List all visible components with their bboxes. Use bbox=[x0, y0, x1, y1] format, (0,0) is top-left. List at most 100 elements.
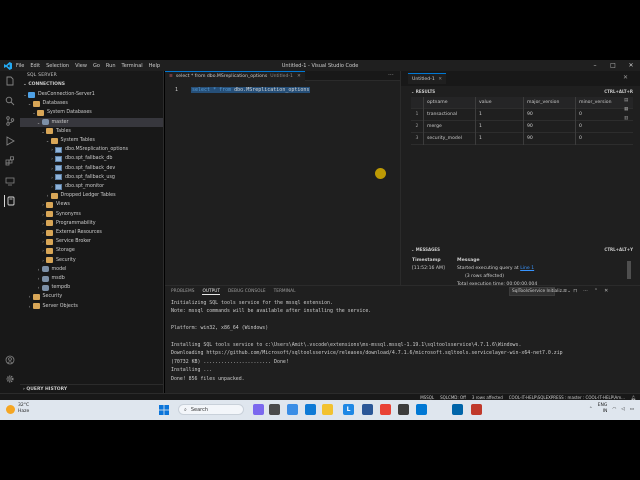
tree-item[interactable]: › Programmability bbox=[20, 219, 163, 228]
tab-output[interactable]: OUTPUT bbox=[202, 289, 220, 295]
save-csv-icon[interactable]: ▤ bbox=[624, 98, 629, 103]
messages-scrollbar[interactable] bbox=[627, 261, 631, 279]
minimize-icon[interactable]: – bbox=[586, 60, 604, 71]
editor-tab-untitled-1[interactable]: ≡ select * from dbo.MSreplication_option… bbox=[165, 71, 305, 81]
chevron-up-icon[interactable]: ⌃ bbox=[589, 407, 593, 412]
extensions-icon[interactable] bbox=[4, 155, 16, 167]
tree-item[interactable]: › External Resources bbox=[20, 228, 163, 237]
word-icon[interactable] bbox=[362, 404, 373, 415]
close-panel-icon[interactable]: ✕ bbox=[604, 288, 608, 294]
table-row[interactable]: 2 merge 1 90 0 bbox=[411, 120, 633, 133]
tree-item[interactable]: ⌄ System Tables bbox=[20, 136, 163, 145]
close-panel-icon[interactable]: ✕ bbox=[623, 74, 628, 81]
tree-item[interactable]: › model bbox=[20, 265, 163, 274]
tree-item[interactable]: › Service Broker bbox=[20, 237, 163, 246]
chevron-up-icon[interactable]: ⌃ bbox=[594, 288, 598, 294]
tree-item[interactable]: › Views bbox=[20, 200, 163, 209]
file-explorer-icon[interactable] bbox=[322, 404, 333, 415]
menu-view[interactable]: View bbox=[75, 63, 87, 69]
chevron-down-icon[interactable]: ⌄ bbox=[27, 101, 33, 106]
tree-item[interactable]: ⌄ Databases bbox=[20, 99, 163, 108]
close-icon[interactable]: ✕ bbox=[622, 60, 640, 71]
save-json-icon[interactable]: ▦ bbox=[624, 107, 629, 112]
task-view-icon[interactable] bbox=[269, 404, 280, 415]
tree-item[interactable]: ⌄ System Databases bbox=[20, 108, 163, 117]
save-excel-icon[interactable]: ▥ bbox=[624, 116, 629, 121]
battery-icon[interactable]: ▭ bbox=[630, 407, 634, 412]
settings-gear-icon[interactable] bbox=[4, 373, 16, 385]
column-header[interactable]: major_version bbox=[523, 96, 575, 109]
tree-item[interactable]: › Server Objects bbox=[20, 302, 163, 311]
code-editor[interactable]: 1 select * from dbo.MSreplication_option… bbox=[165, 81, 400, 285]
vscode-taskbar-icon[interactable] bbox=[452, 404, 463, 415]
chevron-right-icon[interactable]: › bbox=[36, 267, 42, 272]
chevron-down-icon[interactable]: ⌄ bbox=[36, 120, 42, 125]
tree-item[interactable]: › Security bbox=[20, 256, 163, 265]
column-header[interactable]: value bbox=[475, 96, 523, 109]
account-icon[interactable] bbox=[4, 354, 16, 366]
tab-debug-console[interactable]: DEBUG CONSOLE bbox=[228, 289, 266, 295]
edge-icon[interactable] bbox=[287, 404, 298, 415]
chevron-down-icon[interactable]: ⌄ bbox=[45, 138, 51, 143]
run-debug-icon[interactable] bbox=[4, 135, 16, 147]
sql-server-icon[interactable] bbox=[4, 195, 16, 207]
connections-section-header[interactable]: ⌄ CONNECTIONS bbox=[20, 81, 163, 89]
volume-icon[interactable]: ◁ bbox=[621, 407, 624, 412]
output-log[interactable]: Initializing SQL tools service for the m… bbox=[171, 299, 636, 383]
weather-widget[interactable]: 32°C Haze bbox=[6, 403, 29, 415]
more-actions-icon[interactable]: ··· bbox=[388, 72, 394, 79]
tree-item[interactable]: › dbo.spt_fallback_dev bbox=[20, 164, 163, 173]
menu-selection[interactable]: Selection bbox=[46, 63, 69, 69]
menu-edit[interactable]: Edit bbox=[30, 63, 40, 69]
close-tab-icon[interactable]: ✕ bbox=[297, 74, 301, 79]
messages-section-header[interactable]: ⌄ MESSAGES CTRL+ALT+Y bbox=[411, 246, 633, 253]
tree-item[interactable]: › dbo.spt_fallback_db bbox=[20, 154, 163, 163]
tree-item[interactable]: ⌄ DesConnection-Server1 bbox=[20, 90, 163, 99]
search-icon[interactable] bbox=[4, 95, 16, 107]
tab-terminal[interactable]: TERMINAL bbox=[274, 289, 296, 295]
output-channel-select[interactable]: SqlToolsService Initializ... ⌄ bbox=[509, 287, 571, 296]
remote-explorer-icon[interactable] bbox=[4, 175, 16, 187]
chevron-right-icon[interactable]: › bbox=[27, 294, 33, 299]
table-row[interactable]: 1 transactional 1 90 0 bbox=[411, 108, 633, 121]
menu-go[interactable]: Go bbox=[93, 63, 100, 69]
line-link[interactable]: Line 1 bbox=[520, 266, 534, 271]
app-l-icon[interactable]: L bbox=[343, 404, 354, 415]
tree-item[interactable]: › dbo.spt_fallback_usg bbox=[20, 173, 163, 182]
tree-item[interactable]: › tempdb bbox=[20, 283, 163, 292]
explorer-icon[interactable] bbox=[4, 75, 16, 87]
store-icon[interactable] bbox=[416, 404, 427, 415]
menu-file[interactable]: File bbox=[16, 63, 24, 69]
terminal-icon[interactable] bbox=[398, 404, 409, 415]
tree-item[interactable]: ⌄ Tables bbox=[20, 127, 163, 136]
query-text[interactable]: select * from dbo.MSreplication_options bbox=[191, 87, 311, 93]
edge-browser-icon[interactable] bbox=[305, 404, 316, 415]
tab-problems[interactable]: PROBLEMS bbox=[171, 289, 194, 295]
more-icon[interactable]: ··· bbox=[583, 288, 588, 294]
lock-icon[interactable]: ⊓ bbox=[573, 288, 577, 294]
windows-start-icon[interactable] bbox=[158, 404, 169, 415]
tree-item[interactable]: › Synonyms bbox=[20, 210, 163, 219]
tree-item[interactable]: › Security bbox=[20, 292, 163, 301]
maximize-icon[interactable]: □ bbox=[604, 60, 622, 71]
chevron-right-icon[interactable]: › bbox=[36, 276, 42, 281]
column-header[interactable]: optname bbox=[423, 96, 475, 109]
close-tab-icon[interactable]: ✕ bbox=[438, 77, 442, 82]
results-section-header[interactable]: ⌄ RESULTS CTRL+ALT+R bbox=[411, 88, 633, 95]
tree-item[interactable]: › dbo.spt_monitor bbox=[20, 182, 163, 191]
tree-item[interactable]: › msdb bbox=[20, 274, 163, 283]
tree-item[interactable]: › dbo.MSreplication_options bbox=[20, 145, 163, 154]
menu-help[interactable]: Help bbox=[149, 63, 160, 69]
chevron-right-icon[interactable]: › bbox=[36, 285, 42, 290]
menu-run[interactable]: Run bbox=[106, 63, 116, 69]
results-tab-untitled-1[interactable]: Untitled-1 ✕ bbox=[408, 73, 447, 84]
column-header[interactable]: minor_version bbox=[575, 96, 625, 109]
menu-terminal[interactable]: Terminal bbox=[122, 63, 143, 69]
language-indicator[interactable]: ENG IN bbox=[598, 403, 608, 415]
source-control-icon[interactable] bbox=[4, 115, 16, 127]
chevron-right-icon[interactable]: › bbox=[45, 193, 51, 198]
filter-icon[interactable]: ≡ bbox=[563, 288, 567, 294]
tree-item[interactable]: › Dropped Ledger Tables bbox=[20, 191, 163, 200]
tree-item[interactable]: ⌄ master bbox=[20, 117, 163, 127]
table-row[interactable]: 3 security_model 1 90 0 bbox=[411, 132, 633, 145]
